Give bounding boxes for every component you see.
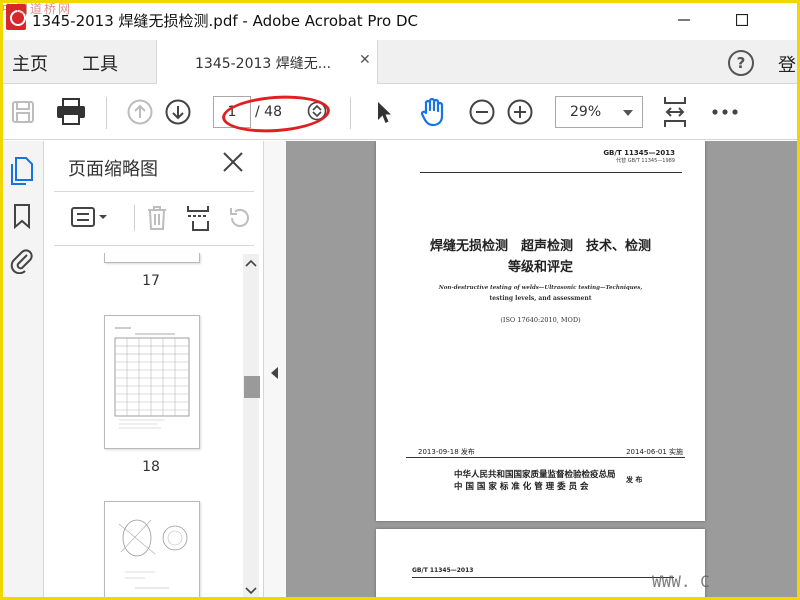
document-tab-label: 1345-2013 焊缝无... (195, 56, 332, 72)
maximize-button[interactable] (722, 6, 762, 34)
panel-divider (54, 191, 254, 192)
save-icon[interactable] (10, 98, 36, 126)
iso-reference: (ISO 17640:2010, MOD) (500, 316, 581, 324)
chevron-down-icon (623, 110, 633, 116)
delete-page-icon[interactable] (144, 203, 170, 233)
panel-collapse-handle[interactable] (264, 141, 286, 600)
document-view[interactable]: GB/T 11345—2013 代替 GB/T 11345—1989 焊缝无损检… (286, 141, 800, 600)
collapse-arrow-icon (271, 367, 278, 379)
maximize-icon (736, 14, 748, 26)
thumbnail-page-18[interactable] (104, 315, 200, 449)
thumbnail-page-number: 17 (142, 273, 160, 289)
thumbnail-page-17[interactable] (104, 253, 200, 263)
zoom-value: 29% (570, 104, 602, 120)
panel-title: 页面缩略图 (68, 159, 158, 180)
scroll-down-icon[interactable] (245, 585, 257, 597)
watermark-url-text: WWW. C (652, 572, 710, 591)
zoom-out-icon[interactable] (468, 98, 496, 126)
extract-page-icon[interactable] (184, 203, 212, 233)
previous-page-icon[interactable] (126, 98, 154, 126)
footer-rule (406, 457, 685, 458)
more-options-icon[interactable] (710, 102, 740, 122)
panel-divider (54, 245, 254, 246)
print-icon[interactable] (54, 96, 88, 128)
standard-code: GB/T 11345—2013 (412, 567, 474, 574)
zoom-dropdown[interactable]: 29% (555, 96, 643, 128)
tab-close-icon[interactable]: ✕ (359, 52, 371, 68)
english-title-line1: Non-destructive testing of welds—Ultraso… (438, 285, 643, 291)
minimize-icon (678, 19, 690, 21)
toolbar-separator (350, 97, 351, 129)
window-title: 1345-2013 焊缝无损检测.pdf - Adobe Acrobat Pro… (32, 12, 418, 30)
thumbnail-page-number: 18 (142, 459, 160, 475)
minimize-button[interactable] (664, 6, 704, 34)
publish-label: 发 布 (626, 476, 643, 484)
english-title-line2: testing levels, and assessment (489, 295, 592, 302)
thumbnail-page-19[interactable] (104, 501, 200, 600)
document-tab[interactable]: 1345-2013 焊缝无... ✕ (156, 40, 378, 84)
replaces-standard: 代替 GB/T 11345—1989 (616, 158, 675, 164)
zoom-in-icon[interactable] (506, 98, 534, 126)
sign-in-button[interactable]: 登 (778, 51, 796, 77)
document-title-line2: 等级和评定 (507, 260, 573, 275)
header-rule (420, 172, 682, 173)
title-bar: 中国道桥网 1345-2013 焊缝无损检测.pdf - Adobe Acrob… (0, 0, 800, 40)
scrollbar-thumb[interactable] (244, 376, 260, 398)
issuer-line1: 中华人民共和国国家质量监督检验检疫总局 (454, 470, 616, 480)
select-arrow-icon[interactable] (372, 98, 396, 128)
thumbnails-panel: 页面缩略图 17 18 (44, 141, 264, 600)
bookmarks-icon[interactable] (10, 201, 34, 231)
header-rule (412, 577, 674, 578)
thumbnail-scrollbar[interactable] (243, 254, 259, 600)
hand-tool-icon[interactable] (418, 96, 448, 128)
issuer-line2: 中 国 国 家 标 准 化 管 理 委 员 会 (454, 482, 589, 492)
scroll-up-icon[interactable] (245, 257, 257, 269)
toolbar-separator (106, 97, 107, 129)
thumbnail-options-icon[interactable] (70, 203, 110, 231)
implementation-date: 2014-06-01 实施 (626, 448, 683, 456)
standard-code: GB/T 11345—2013 (603, 149, 675, 157)
next-page-icon[interactable] (164, 98, 192, 126)
panel-separator (134, 205, 135, 231)
document-title-line1: 焊缝无损检测 超声检测 技术、检测 (429, 239, 651, 254)
close-panel-icon[interactable] (222, 151, 244, 179)
menu-tools[interactable]: 工具 (82, 50, 118, 76)
pdf-page-1: GB/T 11345—2013 代替 GB/T 11345—1989 焊缝无损检… (376, 141, 705, 521)
fit-page-icon[interactable] (660, 94, 690, 130)
navigation-rail (0, 141, 44, 600)
issue-date: 2013-09-18 发布 (418, 448, 475, 456)
attachments-icon[interactable] (8, 245, 36, 275)
help-icon[interactable]: ? (728, 50, 754, 76)
menu-tab-bar: 主页 工具 (0, 40, 800, 84)
rotate-page-icon[interactable] (226, 203, 254, 233)
page-thumbnails-icon[interactable] (8, 155, 36, 187)
menu-home[interactable]: 主页 (12, 50, 48, 76)
